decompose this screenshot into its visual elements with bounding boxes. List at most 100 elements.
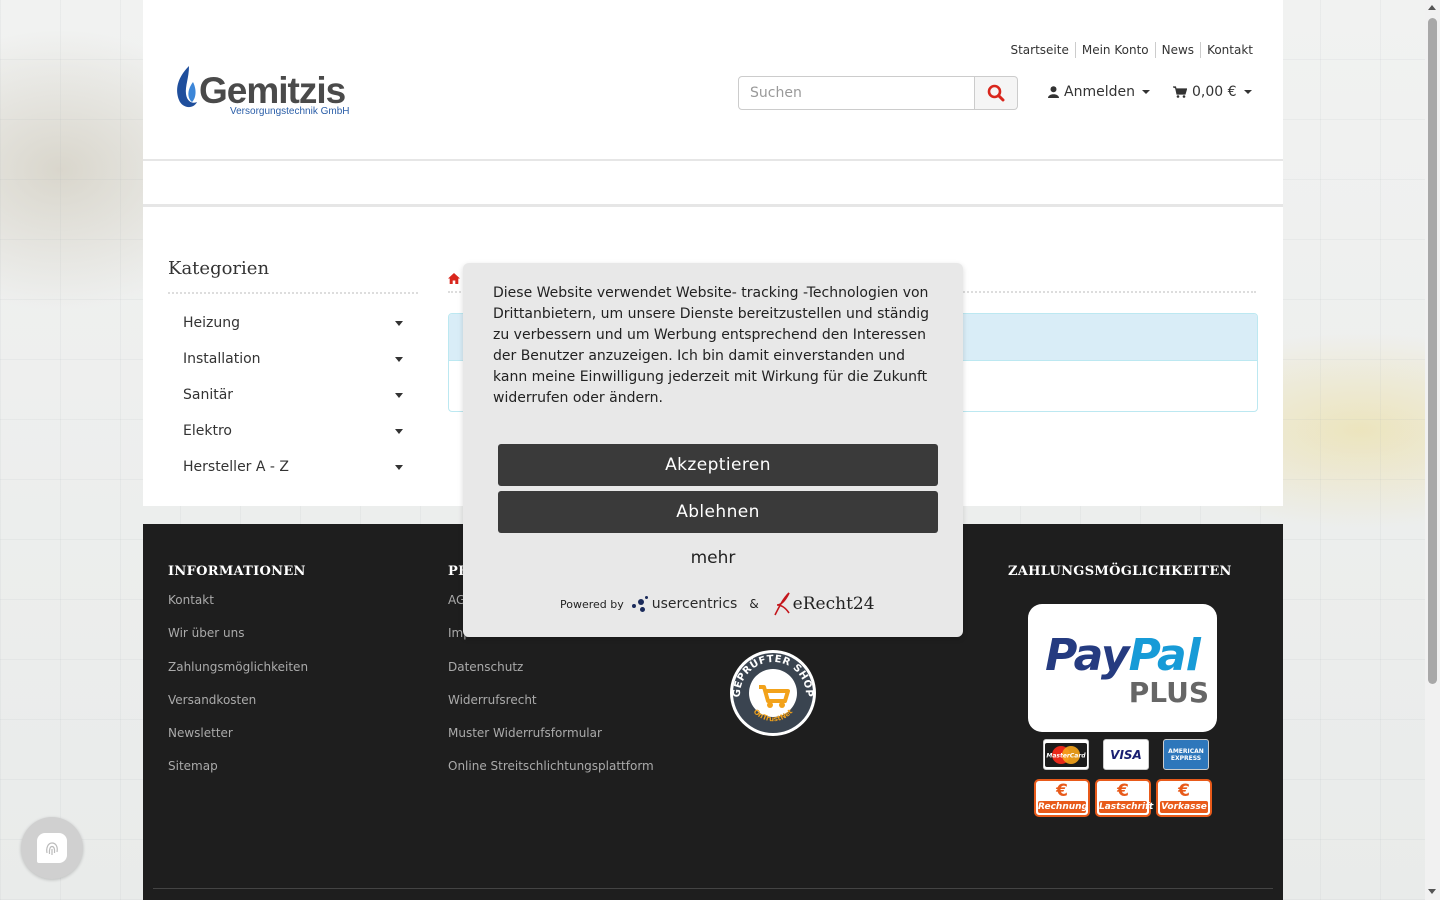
chevron-down-icon[interactable] (395, 356, 403, 362)
nav-link-kontakt[interactable]: Kontakt (1200, 42, 1253, 58)
cart-dropdown[interactable]: 0,00 € (1173, 84, 1252, 100)
svg-text:GEPRÜFTER SHOP: GEPRÜFTER SHOP (732, 654, 814, 698)
user-icon (1048, 86, 1059, 98)
footer-link-kontakt[interactable]: Kontakt (168, 592, 308, 625)
euro-icon: € (1178, 781, 1190, 801)
sidebar-item-heizung[interactable]: Heizung (168, 305, 418, 341)
seal-subtitle: OnTrustNet (752, 707, 795, 723)
sidebar-item-sanitaer[interactable]: Sanitär (168, 377, 418, 413)
visa-icon: VISA (1103, 739, 1149, 770)
nav-link-news[interactable]: News (1154, 42, 1200, 58)
decline-button[interactable]: Ablehnen (498, 491, 938, 533)
usercentrics-logo[interactable]: usercentrics (630, 595, 738, 613)
footer-link-zahlungsmoeglichkeiten[interactable]: Zahlungsmöglichkeiten (168, 659, 308, 692)
cookie-consent-dialog: Diese Website verwendet Website- trackin… (463, 263, 963, 637)
top-navigation: Startseite Mein Konto News Kontakt (1004, 42, 1253, 58)
nav-link-mein-konto[interactable]: Mein Konto (1074, 42, 1155, 58)
euro-icon: € (1117, 781, 1129, 801)
scroll-up-icon[interactable] (1428, 5, 1436, 10)
chevron-down-icon[interactable] (395, 464, 403, 470)
nav-link-startseite[interactable]: Startseite (1004, 42, 1074, 58)
card-logos: MasterCard VISA AMERICAN EXPRESS (1043, 739, 1209, 770)
site-logo[interactable]: Gemitzis Versorgungstechnik GmbH (173, 60, 353, 122)
more-link[interactable]: mehr (463, 548, 963, 568)
payment-label: Rechnung (1038, 801, 1088, 813)
euro-icon: € (1056, 781, 1068, 801)
category-list: Heizung Installation Sanitär Elektro Her… (168, 305, 418, 485)
visa-label: VISA (1110, 747, 1142, 762)
privacy-settings-button[interactable] (21, 817, 83, 879)
chevron-down-icon[interactable] (395, 320, 403, 326)
svg-text:OnTrustNet: OnTrustNet (752, 707, 795, 723)
footer-links-informationen: Kontakt Wir über uns Zahlungsmöglichkeit… (168, 592, 308, 792)
footer-link-versandkosten[interactable]: Versandkosten (168, 692, 308, 725)
scrollbar-thumb[interactable] (1428, 18, 1437, 684)
footer-link-newsletter[interactable]: Newsletter (168, 725, 308, 758)
accept-button[interactable]: Akzeptieren (498, 444, 938, 486)
search-button[interactable] (975, 76, 1018, 110)
sidebar-item-label: Installation (183, 351, 261, 367)
footer-title-informationen: INFORMATIONEN (168, 564, 306, 579)
login-label: Anmelden (1064, 84, 1135, 100)
paypal-plus-logo: PayPal PLUS (1028, 604, 1217, 732)
footer-link-streitschlichtung[interactable]: Online Streitschlichtungsplattform (448, 758, 654, 791)
cart-total: 0,00 € (1192, 84, 1237, 100)
mastercard-icon: MasterCard (1043, 739, 1089, 770)
page-scrollbar[interactable] (1425, 0, 1440, 900)
search-input[interactable] (738, 76, 976, 110)
paypal-word-pay: Pay (1045, 630, 1129, 681)
rechnung-badge: € Rechnung (1034, 779, 1090, 817)
footer-title-zahlung: ZAHLUNGSMÖGLICHKEITEN (1008, 564, 1232, 579)
sidebar-item-label: Elektro (183, 423, 232, 439)
fingerprint-icon (37, 833, 67, 863)
footer-link-datenschutz[interactable]: Datenschutz (448, 659, 654, 692)
chevron-down-icon[interactable] (395, 428, 403, 434)
seal-title: GEPRÜFTER SHOP (732, 654, 814, 698)
chevron-down-icon[interactable] (395, 392, 403, 398)
footer-link-widerrufsrecht[interactable]: Widerrufsrecht (448, 692, 654, 725)
usercentrics-icon (630, 595, 650, 613)
login-dropdown[interactable]: Anmelden (1048, 84, 1150, 100)
sidebar-item-installation[interactable]: Installation (168, 341, 418, 377)
vorkasse-badge: € Vorkasse (1156, 779, 1212, 817)
site-header: Gemitzis Versorgungstechnik GmbH Startse… (143, 0, 1283, 161)
payment-methods: € Rechnung € Lastschrift € Vorkasse (1034, 779, 1212, 817)
flame-icon (177, 66, 197, 108)
logo-subtitle: Versorgungstechnik GmbH (230, 106, 350, 117)
footer-link-sitemap[interactable]: Sitemap (168, 758, 308, 791)
sidebar-item-label: Sanitär (183, 387, 234, 403)
seal-text: GEPRÜFTER SHOP OnTrustNet (732, 654, 814, 723)
trusted-shop-seal[interactable]: GEPRÜFTER SHOP OnTrustNet (729, 649, 817, 737)
payment-label: Vorkasse (1160, 801, 1208, 813)
sidebar-title: Kategorien (168, 258, 270, 279)
lastschrift-badge: € Lastschrift (1095, 779, 1154, 817)
amex-label: AMERICAN EXPRESS (1168, 747, 1204, 762)
sidebar-item-elektro[interactable]: Elektro (168, 413, 418, 449)
erecht24-label: eRecht24 (792, 594, 875, 614)
usercentrics-label: usercentrics (651, 596, 738, 612)
sidebar-item-hersteller[interactable]: Hersteller A - Z (168, 449, 418, 485)
chevron-down-icon (1243, 90, 1252, 94)
payment-label: Lastschrift (1099, 801, 1154, 813)
sidebar-item-label: Hersteller A - Z (183, 459, 290, 475)
amex-icon: AMERICAN EXPRESS (1163, 739, 1209, 770)
scroll-down-icon[interactable] (1428, 889, 1436, 894)
sidebar-item-label: Heizung (183, 315, 241, 331)
breadcrumb (448, 273, 460, 288)
erecht24-logo[interactable]: eRecht24 (771, 591, 875, 617)
footer-link-wir-ueber-uns[interactable]: Wir über uns (168, 625, 308, 658)
ampersand: & (749, 597, 759, 611)
main-navbar (143, 161, 1283, 207)
paypal-plus: PLUS (1128, 676, 1209, 709)
consent-text: Diese Website verwendet Website- trackin… (493, 285, 930, 406)
home-icon[interactable] (448, 273, 460, 284)
footer-divider (153, 888, 1273, 889)
footer-link-muster-widerrufsformular[interactable]: Muster Widerrufsformular (448, 725, 654, 758)
erecht24-icon (773, 592, 790, 616)
divider (168, 292, 418, 294)
cart-icon (1173, 86, 1187, 98)
powered-by-label: Powered by (560, 597, 624, 611)
powered-by: Powered by usercentrics & eRecht24 (560, 591, 875, 617)
search-icon (987, 84, 1005, 102)
search-form (738, 76, 1018, 110)
